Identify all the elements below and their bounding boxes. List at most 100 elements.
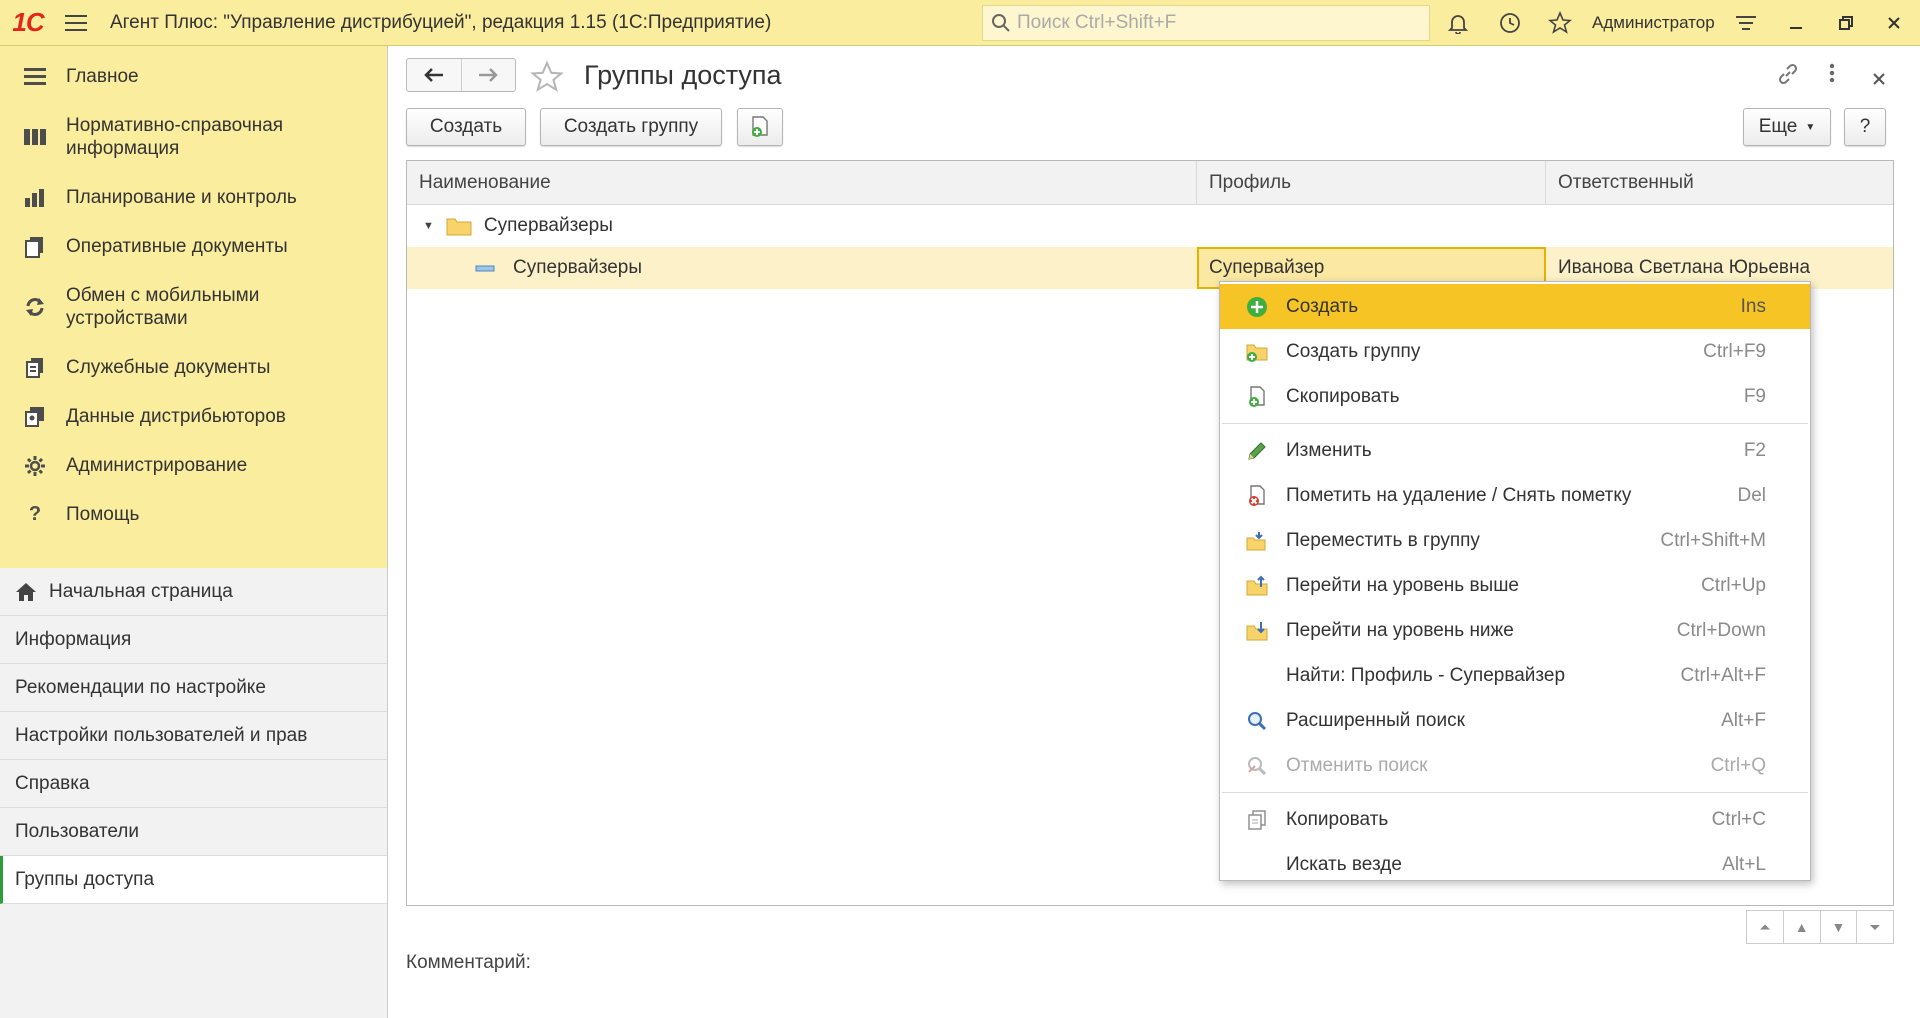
scroll-down-icon[interactable]: ▼: [1821, 911, 1858, 943]
section-main[interactable]: Главное: [0, 52, 387, 101]
more-dropdown-button[interactable]: Еще ▼: [1743, 108, 1831, 146]
open-window-recommendations[interactable]: Рекомендации по настройке: [0, 664, 387, 712]
menu-item-label: Расширенный поиск: [1286, 709, 1465, 731]
section-planning[interactable]: Планирование и контроль: [0, 173, 387, 222]
section-label: Нормативно-справочная информация: [66, 115, 284, 159]
folder-add-icon: [1244, 339, 1270, 365]
search-input[interactable]: Поиск Ctrl+Shift+F: [982, 5, 1430, 41]
more-label: Еще: [1758, 116, 1798, 137]
menu-item-edit[interactable]: Изменить F2: [1220, 428, 1810, 473]
favorite-star-icon[interactable]: [530, 60, 564, 100]
section-label: Главное: [66, 66, 139, 87]
menu-item-duplicate[interactable]: Скопировать F9: [1220, 374, 1810, 419]
menu-item-shortcut: Ctrl+Q: [1710, 754, 1766, 776]
section-label: Обмен с мобильными устройствами: [66, 285, 260, 329]
open-window-home[interactable]: Начальная страница: [0, 568, 387, 616]
open-window-help[interactable]: Справка: [0, 760, 387, 808]
column-header-responsible[interactable]: Ответственный: [1546, 161, 1893, 205]
menu-item-search-everywhere[interactable]: Искать везде Alt+L: [1220, 842, 1810, 887]
open-windows-list: Начальная страница Информация Рекомендац…: [0, 568, 387, 904]
open-window-label: Настройки пользователей и прав: [15, 724, 308, 746]
expand-triangle-icon[interactable]: ▼: [423, 220, 434, 232]
section-administration[interactable]: Администрирование: [0, 441, 387, 490]
menu-item-shortcut: Ctrl+Down: [1676, 619, 1766, 641]
menu-lines-icon: [22, 64, 48, 90]
menu-item-level-up[interactable]: Перейти на уровень выше Ctrl+Up: [1220, 563, 1810, 608]
move-to-group-icon: [1244, 528, 1270, 554]
help-icon: ?: [28, 503, 42, 525]
item-dash-icon: [475, 263, 495, 273]
column-header-profile[interactable]: Профиль: [1197, 161, 1546, 205]
menu-item-level-down[interactable]: Перейти на уровень ниже Ctrl+Down: [1220, 608, 1810, 653]
section-mobile-exchange[interactable]: Обмен с мобильными устройствами: [0, 271, 387, 343]
menu-item-create-group[interactable]: Создать группу Ctrl+F9: [1220, 329, 1810, 374]
scroll-top-icon[interactable]: ⏶: [1747, 911, 1784, 943]
menu-item-label: Изменить: [1286, 439, 1372, 461]
more-vertical-icon[interactable]: [1828, 62, 1836, 90]
main-menu-icon[interactable]: [56, 0, 96, 46]
scroll-up-icon[interactable]: ▲: [1784, 911, 1821, 943]
delete-mark-icon: [1244, 483, 1270, 509]
favorites-star-icon[interactable]: [1538, 0, 1582, 46]
menu-item-cancel-search[interactable]: Отменить поиск Ctrl+Q: [1220, 743, 1810, 788]
open-window-user-settings[interactable]: Настройки пользователей и прав: [0, 712, 387, 760]
link-icon[interactable]: [1776, 62, 1800, 92]
cell-name[interactable]: Супервайзеры: [407, 247, 1197, 289]
menu-item-mark-delete[interactable]: Пометить на удаление / Снять пометку Del: [1220, 473, 1810, 518]
row-name: Супервайзеры: [513, 257, 642, 278]
folder-icon: [446, 216, 472, 236]
app-title: Агент Плюс: "Управление дистрибуцией", р…: [110, 11, 772, 33]
open-window-users[interactable]: Пользователи: [0, 808, 387, 856]
gear-icon: [22, 453, 48, 479]
section-label: Планирование и контроль: [66, 187, 297, 208]
minimize-icon[interactable]: [1774, 0, 1818, 46]
copy-add-icon: [1244, 384, 1270, 410]
empty-icon-slot: [1244, 852, 1270, 878]
search-placeholder: Поиск Ctrl+Shift+F: [1017, 12, 1177, 33]
menu-item-label: Перейти на уровень ниже: [1286, 619, 1514, 641]
menu-item-label: Перейти на уровень выше: [1286, 574, 1520, 596]
menu-item-copy[interactable]: Копировать Ctrl+C: [1220, 797, 1810, 842]
open-window-label: Пользователи: [15, 820, 140, 842]
back-arrow-icon[interactable]: [407, 59, 461, 91]
scroll-bottom-icon[interactable]: ⏷: [1857, 911, 1893, 943]
section-service-docs[interactable]: Служебные документы: [0, 343, 387, 392]
forward-arrow-icon[interactable]: [460, 59, 516, 91]
menu-item-create[interactable]: Создать Ins: [1220, 284, 1810, 329]
section-documents[interactable]: Оперативные документы: [0, 222, 387, 271]
menu-item-label: Отменить поиск: [1286, 754, 1428, 776]
create-group-button[interactable]: Создать группу: [540, 108, 722, 146]
section-distributors[interactable]: Данные дистрибьюторов: [0, 392, 387, 441]
create-button[interactable]: Создать: [406, 108, 526, 146]
open-window-info[interactable]: Информация: [0, 616, 387, 664]
help-button[interactable]: ?: [1844, 108, 1886, 146]
section-label: Служебные документы: [66, 357, 271, 378]
search-icon: [992, 14, 1010, 32]
section-panel: Главное Нормативно-справочная информация…: [0, 46, 387, 568]
bell-icon[interactable]: [1436, 0, 1480, 46]
open-window-access-groups[interactable]: Группы доступа: [0, 856, 387, 904]
search-advanced-icon: [1244, 708, 1270, 734]
menu-item-shortcut: Del: [1737, 484, 1766, 506]
menu-item-move-to-group[interactable]: Переместить в группу Ctrl+Shift+M: [1220, 518, 1810, 563]
documents-icon: [22, 234, 48, 260]
open-window-label: Справка: [15, 772, 90, 794]
current-user[interactable]: Администратор: [1592, 0, 1715, 46]
menu-item-find-profile[interactable]: Найти: Профиль - Супервайзер Ctrl+Alt+F: [1220, 653, 1810, 698]
copy-add-button[interactable]: [737, 108, 783, 146]
history-icon[interactable]: [1488, 0, 1532, 46]
section-help[interactable]: ? Помощь: [0, 490, 387, 539]
close-window-icon[interactable]: [1872, 0, 1916, 46]
title-bar: 1С Агент Плюс: "Управление дистрибуцией"…: [0, 0, 1920, 46]
column-header-name[interactable]: Наименование: [407, 161, 1197, 205]
open-window-label: Рекомендации по настройке: [15, 676, 266, 698]
menu-item-label: Пометить на удаление / Снять пометку: [1286, 484, 1632, 506]
sidebar: Главное Нормативно-справочная информация…: [0, 46, 388, 1018]
restore-icon[interactable]: [1824, 0, 1868, 46]
close-form-icon[interactable]: [1872, 66, 1886, 92]
menu-item-shortcut: Ctrl+Alt+F: [1680, 664, 1766, 686]
section-catalogs[interactable]: Нормативно-справочная информация: [0, 101, 387, 173]
menu-item-advanced-search[interactable]: Расширенный поиск Alt+F: [1220, 698, 1810, 743]
settings-lines-icon[interactable]: [1724, 0, 1768, 46]
table-row-group[interactable]: ▼ Супервайзеры: [407, 205, 1893, 247]
